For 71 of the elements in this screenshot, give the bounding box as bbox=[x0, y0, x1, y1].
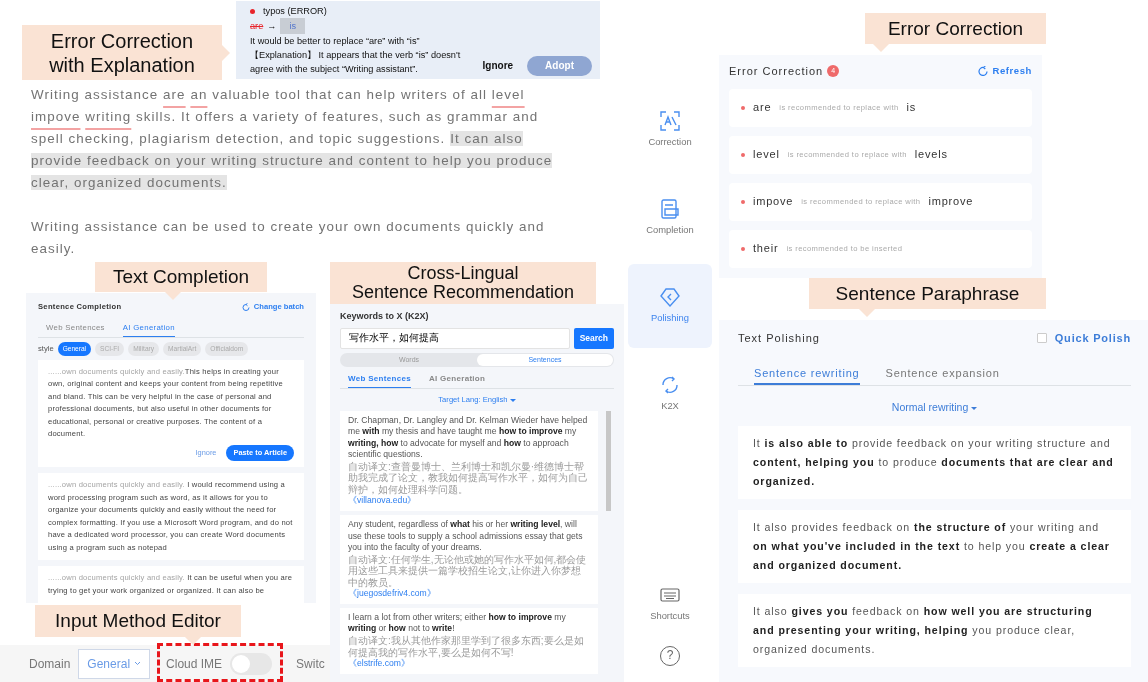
source-link[interactable]: 《elstrife.com》 bbox=[348, 658, 590, 670]
replacement-word: improve bbox=[928, 194, 974, 210]
paraphrase-text: It is also able to provide feedback on your writing structure and content, helping you to produce documents that are clear and organized. bbox=[738, 426, 1131, 499]
cloud-ime-label: Cloud IME bbox=[166, 655, 223, 673]
sentence-text: Dr. Chapman, Dr. Langley and Dr. Kelman Wieder have helped me with my thesis and have taught me how to improve my writing, how to advocate for myself and how to approach scientific questions. bbox=[348, 414, 589, 461]
error-word: impove bbox=[753, 194, 794, 210]
switch-label: Switc bbox=[296, 655, 325, 673]
callout-label: Input Method Editor bbox=[35, 605, 241, 637]
rewriting-mode-dropdown[interactable]: Normal rewriting bbox=[891, 401, 978, 413]
suggestion-text: It would be better to replace “are” with “is” bbox=[250, 35, 421, 48]
error-word: level bbox=[753, 147, 780, 163]
caret-icon bbox=[509, 398, 516, 402]
error-dot-icon bbox=[741, 246, 745, 251]
panel-title: Text Polishing bbox=[738, 331, 820, 346]
keyword-input[interactable]: 写作水平，如何提高 bbox=[340, 327, 570, 349]
callout-label: Text Completion bbox=[95, 262, 267, 292]
correction-icon bbox=[660, 110, 680, 131]
tab[interactable]: AI Generation bbox=[428, 371, 486, 388]
diamond-icon bbox=[660, 286, 680, 307]
refresh-link[interactable]: Refresh bbox=[978, 64, 1032, 79]
translation-text: 自动译文:查普曼博士、兰利博士和凯尔曼·维德博士帮助我完成了论文，教我如何提高写作水平，如何为自己辩护，如何处理科学问题。 bbox=[348, 460, 589, 496]
callout-label: Error Correction with Explanation bbox=[22, 25, 222, 80]
document-icon bbox=[660, 198, 680, 219]
domain-label: Domain bbox=[29, 655, 71, 673]
replacement-word: is bbox=[906, 100, 917, 116]
replacement-word: levels bbox=[914, 147, 948, 163]
translation-text: 自动译文:我从其他作家那里学到了很多东西;要么是如何提高我的写作水平,要么是如何不写! bbox=[348, 635, 585, 659]
scrollbar[interactable] bbox=[606, 410, 611, 511]
paraphrase-text: It also provides feedback on the structure of your writing and on what you've included in the text to help you create a clear and organized document. bbox=[738, 510, 1131, 583]
sidebar-item[interactable]: Shortcuts bbox=[628, 574, 712, 634]
tab[interactable]: Web Sentences bbox=[348, 371, 411, 388]
replacement-word[interactable]: is bbox=[280, 18, 306, 34]
checkbox[interactable] bbox=[1036, 333, 1047, 344]
paragraph-text: Writing assistance can be used to create your own documents quickly and easily. bbox=[31, 218, 546, 258]
domain-select[interactable]: General bbox=[78, 648, 151, 679]
panel-title: Error Correction bbox=[729, 64, 824, 79]
source-link[interactable]: 《juegosdefriv4.com》 bbox=[348, 588, 590, 600]
cloud-ime-toggle[interactable] bbox=[230, 652, 273, 675]
error-dot-icon bbox=[741, 199, 745, 204]
error-dot-icon bbox=[741, 152, 745, 157]
original-word: are bbox=[250, 20, 264, 33]
source-link[interactable]: 《villanova.edu》 bbox=[348, 495, 590, 507]
sentence-text: I learn a lot from other writers; either how to improve my writing or how not to write! bbox=[348, 611, 567, 635]
caret-icon bbox=[971, 406, 978, 410]
sidebar-item[interactable]: Polishing bbox=[628, 264, 712, 348]
tab[interactable]: Sentence expansion bbox=[885, 362, 1000, 385]
sidebar-item[interactable]: Correction bbox=[628, 88, 712, 172]
callout-label: Cross-Lingual Sentence Recommendation bbox=[330, 262, 596, 304]
search-button[interactable]: Search bbox=[573, 327, 614, 349]
sentence-text: Any student, regardless of what his or her writing level, will use these tools to supply a school admissions essay that gets you into the faculty of your dreams. bbox=[348, 518, 584, 554]
explanation-text: 【Explanation】 It appears that the verb “is” doesn't agree with the subject “Writing assistant”. bbox=[250, 49, 462, 76]
error-dot-icon bbox=[741, 105, 745, 110]
sidebar-item[interactable]: K2X bbox=[628, 352, 712, 436]
adopt-button[interactable]: Adopt bbox=[527, 56, 592, 76]
error-dot-icon bbox=[250, 8, 255, 14]
callout-label: Error Correction bbox=[865, 13, 1046, 44]
sync-arrows-icon bbox=[660, 374, 680, 395]
chevron-icon bbox=[134, 661, 142, 666]
arrow-text: → bbox=[267, 20, 277, 33]
paraphrase-text: It also gives you feedback on how well you are structuring and presenting your writing, helping you produce clear, organized documents. bbox=[738, 594, 1131, 667]
panel-title: Keywords to X (K2X) bbox=[340, 310, 430, 323]
error-word: are bbox=[753, 100, 772, 116]
ignore-button[interactable]: Ignore bbox=[472, 56, 524, 76]
refresh-icon bbox=[241, 302, 250, 311]
error-category: typos (ERROR) bbox=[263, 5, 327, 18]
sidebar-item[interactable]: Completion bbox=[628, 176, 712, 260]
tab[interactable]: Sentence rewriting bbox=[754, 362, 860, 385]
callout-label: Sentence Paraphrase bbox=[809, 278, 1046, 309]
error-word: their bbox=[753, 241, 779, 257]
checkbox-label[interactable]: Quick Polish bbox=[1054, 330, 1131, 347]
refresh-icon bbox=[978, 66, 989, 77]
